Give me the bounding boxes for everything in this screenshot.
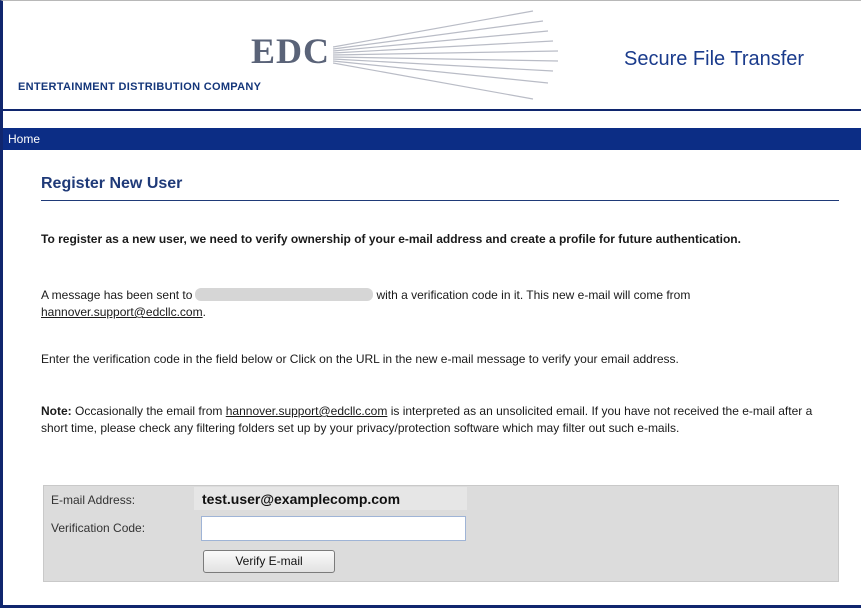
- site-header: EDC ENTERTAINMENT DISTRIBUTION COMPANY S…: [3, 1, 861, 111]
- edc-logo: EDC ENTERTAINMENT DISTRIBUTION COMPANY: [3, 1, 563, 111]
- verify-email-button[interactable]: Verify E-mail: [203, 550, 335, 573]
- note-prefix: Occasionally the email from: [75, 404, 223, 418]
- title-divider: [41, 200, 839, 201]
- nav-home-link[interactable]: Home: [8, 132, 40, 146]
- note-label: Note:: [41, 404, 72, 418]
- note-text: Note: Occasionally the email from hannov…: [41, 403, 831, 437]
- site-title: Secure File Transfer: [624, 48, 805, 70]
- logo-subtitle: ENTERTAINMENT DISTRIBUTION COMPANY: [18, 81, 262, 93]
- period: .: [202, 305, 206, 319]
- verification-code-input[interactable]: [201, 516, 466, 541]
- main-content: Register New User To register as a new u…: [3, 150, 861, 602]
- note-support-email-link[interactable]: hannover.support@edcllc.com: [226, 404, 388, 418]
- redacted-email: [195, 288, 374, 301]
- message-sent-text: A message has been sent to with a verific…: [41, 287, 831, 321]
- message-suffix: with a verification code in it. This new…: [376, 288, 691, 302]
- verification-form: E-mail Address: test.user@examplecomp.co…: [43, 485, 839, 582]
- page-title: Register New User: [41, 175, 183, 192]
- email-value: test.user@examplecomp.com: [202, 491, 401, 507]
- support-email-link[interactable]: hannover.support@edcllc.com: [41, 305, 203, 319]
- intro-text: To register as a new user, we need to ve…: [41, 232, 741, 246]
- verification-code-label: Verification Code:: [51, 521, 146, 535]
- email-label: E-mail Address:: [51, 493, 136, 507]
- message-prefix: A message has been sent to: [41, 288, 193, 302]
- logo-rays-graphic: [333, 10, 559, 100]
- logo-mark: EDC: [251, 31, 331, 71]
- nav-bar: Home: [3, 128, 861, 150]
- instructions-text: Enter the verification code in the field…: [41, 352, 679, 366]
